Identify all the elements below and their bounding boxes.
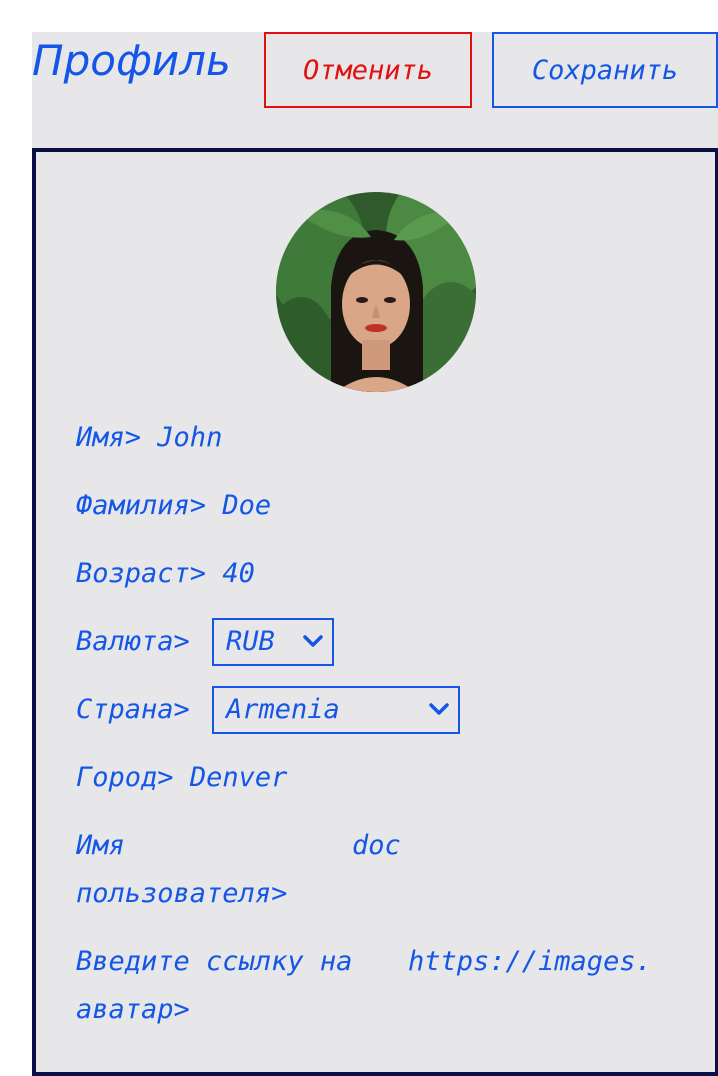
chevron-down-icon: [303, 635, 323, 647]
page-title: Профиль: [32, 36, 231, 85]
username-label-line2: пользователя>: [76, 878, 288, 909]
country-select[interactable]: Armenia: [212, 686, 460, 734]
country-label: Страна>: [76, 694, 190, 725]
avatar: [276, 192, 476, 392]
age-row: Возраст> 40: [76, 550, 255, 598]
profile-card: Имя> John Фамилия> Doe Возраст> 40 Валют…: [32, 148, 718, 1076]
currency-value: RUB: [226, 626, 275, 657]
city-value[interactable]: Denver: [190, 762, 288, 793]
chevron-down-icon: [429, 703, 449, 715]
city-label: Город>: [76, 762, 174, 793]
first-name-value[interactable]: John: [157, 422, 222, 453]
save-button[interactable]: Сохранить: [492, 32, 718, 108]
currency-select[interactable]: RUB: [212, 618, 334, 666]
city-row: Город> Denver: [76, 754, 287, 802]
age-value[interactable]: 40: [222, 558, 255, 589]
cancel-button[interactable]: Отменить: [264, 32, 472, 108]
first-name-label: Имя>: [76, 422, 142, 453]
username-value[interactable]: doc: [352, 822, 401, 870]
avatar-link-label-line1: Введите ссылку на: [76, 946, 353, 977]
avatar-link-label-line2: аватар>: [76, 994, 190, 1025]
avatar-link-label: Введите ссылку на аватар>: [76, 938, 352, 1034]
username-label-line1: Имя: [76, 830, 125, 861]
last-name-row: Фамилия> Doe: [76, 482, 271, 530]
age-label: Возраст>: [76, 558, 207, 589]
country-row: Страна>: [76, 686, 190, 734]
last-name-value[interactable]: Doe: [222, 490, 271, 521]
username-label: Имя пользователя>: [76, 822, 287, 918]
currency-label: Валюта>: [76, 626, 190, 657]
first-name-row: Имя> John: [76, 414, 222, 462]
avatar-image: [276, 192, 476, 392]
country-value: Armenia: [226, 694, 340, 725]
last-name-label: Фамилия>: [76, 490, 207, 521]
avatar-link-value[interactable]: https://images.: [408, 938, 652, 986]
currency-row: Валюта>: [76, 618, 190, 666]
